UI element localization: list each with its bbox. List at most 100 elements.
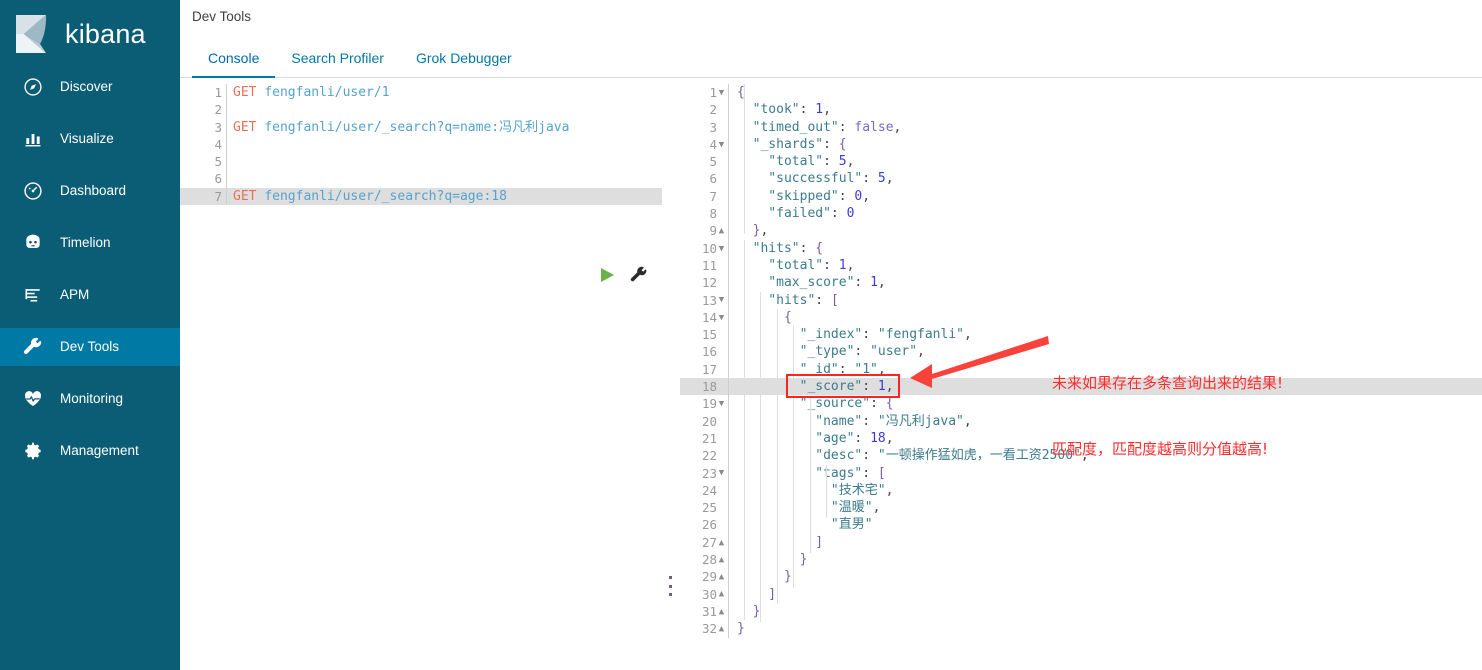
request-editor[interactable]: 1 GET fengfanli/user/1 2 3 GET fengfanli/us… [180,78,662,670]
fold-close-icon[interactable]: ▲ [717,604,726,621]
wrench-icon[interactable] [630,266,648,289]
code-line-text: "_shards": { [728,135,1482,154]
response-editor[interactable]: 1 ▼{2 "took": 1, 3 "timed_out": false, 4 ▼ "… [680,78,1482,670]
code-line[interactable]: 17 "_id": "1", [680,360,1482,379]
response-editor-pane[interactable]: 1 ▼{2 "took": 1, 3 "timed_out": false, 4 ▼ "… [680,78,1482,670]
tab-console[interactable]: Console [192,51,276,78]
fold-close-icon[interactable]: ▲ [717,586,726,603]
code-line[interactable]: 30 ▲ ] [680,585,1482,603]
fold-open-icon[interactable]: ▼ [717,465,726,482]
fold-close-icon[interactable]: ▲ [717,552,726,569]
request-action-controls [598,266,648,289]
fold-close-icon[interactable]: ▲ [717,621,726,638]
request-editor-pane[interactable]: 1 GET fengfanli/user/1 2 3 GET fengfanli/us… [180,78,662,670]
code-line[interactable]: 7 GET fengfanli/user/_search?q=age:18 [180,187,662,206]
line-number: 7 [180,188,226,205]
line-number-value: 26 [701,517,717,533]
line-number-value: 1 [709,85,717,100]
code-line[interactable]: 32 ▲} [680,620,1482,638]
line-number: 15 [680,326,728,343]
line-number-value: 31 [701,603,717,619]
sidebar-item-dev-tools[interactable]: Dev Tools [0,328,180,366]
line-number-value: 18 [701,379,717,395]
code-line[interactable]: 5 [180,153,662,171]
editor-splitter[interactable] [662,78,680,670]
apm-icon [22,284,44,306]
code-line[interactable]: 10 ▼ "hits": { [680,239,1482,258]
code-line[interactable]: 28 ▲ } [680,551,1482,569]
code-line[interactable]: 7 "skipped": 0, [680,187,1482,206]
fold-open-icon[interactable]: ▼ [717,241,726,258]
code-line[interactable]: 18 "_score": 1, [680,378,1482,396]
code-line[interactable]: 11 "total": 1, [680,256,1482,275]
code-line[interactable]: 16 "_type": "user", [680,343,1482,361]
line-number: 4 [180,136,226,153]
fold-close-icon[interactable]: ▲ [717,223,726,240]
indent-guide [777,309,778,604]
code-line[interactable]: 9 ▲ }, [680,222,1482,240]
indent-guide [744,84,745,234]
line-number-value: 22 [701,448,717,464]
code-line-text: ] [728,533,1482,552]
tab-search-profiler[interactable]: Search Profiler [275,51,400,78]
code-line[interactable]: 21 "age": 18, [680,429,1482,448]
gear-icon [22,440,44,462]
splitter-drag-handle[interactable] [668,576,672,596]
tab-grok-debugger[interactable]: Grok Debugger [400,51,528,78]
line-number: 25 [680,499,728,516]
play-icon[interactable] [598,266,616,289]
code-line[interactable]: 4 ▼ "_shards": { [680,135,1482,154]
line-number-value: 27 [701,534,717,550]
code-line[interactable]: 23 ▼ "tags": [ [680,464,1482,482]
line-number: 6 [680,170,728,187]
code-line[interactable]: 14 ▼ { [680,308,1482,327]
code-line[interactable]: 1 GET fengfanli/user/1 [180,84,662,102]
fold-open-icon[interactable]: ▼ [717,396,726,413]
sidebar-item-visualize[interactable]: Visualize [0,120,180,158]
code-line-text: "tags": [ [728,464,1482,482]
kibana-logo[interactable]: kibana [0,0,180,68]
fold-close-icon[interactable]: ▲ [717,569,726,586]
code-line[interactable]: 25 "温暖", [680,499,1482,517]
sidebar-item-discover[interactable]: Discover [0,68,180,106]
code-line[interactable]: 31 ▲ } [680,602,1482,621]
fold-close-icon[interactable]: ▲ [717,535,726,552]
code-line[interactable]: 6 [180,170,662,188]
sidebar-item-dashboard[interactable]: Dashboard [0,172,180,210]
code-line[interactable]: 4 [180,135,662,154]
line-number-value: 10 [701,240,717,256]
code-line[interactable]: 15 "_index": "fengfanli", [680,326,1482,344]
sidebar-item-management[interactable]: Management [0,432,180,470]
code-line[interactable]: 2 [180,101,662,119]
code-line-text: "_type": "user", [728,343,1482,361]
code-line[interactable]: 13 ▼ "hits": [ [680,291,1482,309]
code-line[interactable]: 2 "took": 1, [680,101,1482,119]
sidebar-item-apm[interactable]: APM [0,276,180,314]
fold-open-icon[interactable]: ▼ [717,292,726,309]
fold-open-icon[interactable]: ▼ [717,310,726,327]
code-line-text: "took": 1, [728,101,1482,119]
code-line[interactable]: 27 ▲ ] [680,533,1482,552]
fold-open-icon[interactable]: ▼ [717,85,726,102]
code-line-text: "successful": 5, [728,170,1482,188]
code-line[interactable]: 12 "max_score": 1, [680,274,1482,292]
code-line[interactable]: 29 ▲ } [680,568,1482,586]
code-line[interactable]: 24 "技术宅", [680,481,1482,500]
code-line[interactable]: 22 "desc": "一顿操作猛如虎，一看工资2500", [680,447,1482,465]
code-line[interactable]: 8 "failed": 0 [680,205,1482,223]
line-number: 5 [180,153,226,170]
code-line[interactable]: 6 "successful": 5, [680,170,1482,188]
fold-open-icon[interactable]: ▼ [717,137,726,154]
code-line[interactable]: 20 "name": "冯凡利java", [680,412,1482,430]
code-line[interactable]: 19 ▼ "_source": { [680,395,1482,413]
page-title: Dev Tools [192,8,252,24]
code-line[interactable]: 3 GET fengfanli/user/_search?q=name:冯凡利ja… [180,118,662,136]
wrench-icon [22,336,44,358]
code-line[interactable]: 3 "timed_out": false, [680,118,1482,136]
code-line[interactable]: 5 "total": 5, [680,153,1482,171]
sidebar-item-monitoring[interactable]: Monitoring [0,380,180,418]
code-line[interactable]: 26 "直男" [680,516,1482,534]
code-line[interactable]: 1 ▼{ [680,84,1482,102]
line-number: 14 ▼ [680,309,728,326]
sidebar-item-timelion[interactable]: Timelion [0,224,180,262]
